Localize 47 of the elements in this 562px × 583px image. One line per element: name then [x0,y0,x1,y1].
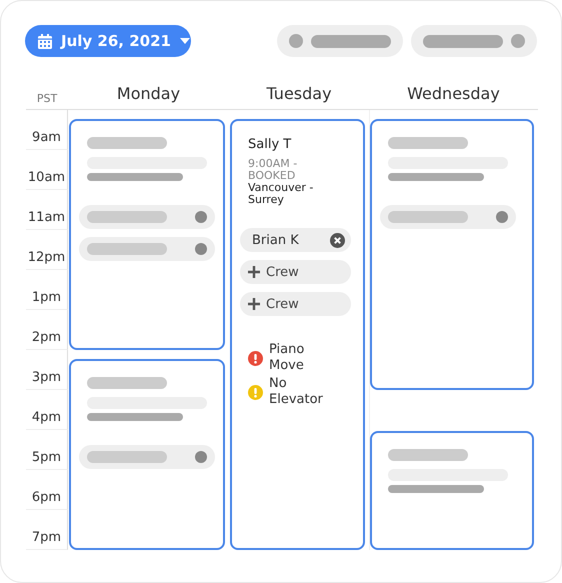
placeholder-chip[interactable] [380,205,516,229]
route-text: Vancouver - Surrey [248,182,314,206]
placeholder-dot [496,211,508,223]
day-heading: Monday [116,84,180,103]
event-card[interactable] [370,431,534,550]
event-card[interactable] [69,359,225,550]
hour-label: 4pm [32,410,62,425]
plus-icon [248,266,260,278]
placeholder-dot [195,451,207,463]
hour-label: 3pm [32,370,62,385]
hour-label: 6pm [32,490,62,505]
remove-icon[interactable] [330,232,345,248]
placeholder-chip[interactable] [79,445,215,469]
hour-label: 2pm [32,330,62,345]
event-card[interactable] [370,119,534,390]
placeholder-dot [511,34,525,48]
hour-label: 7pm [32,530,62,545]
event-card[interactable] [69,119,225,350]
placeholder-dot [195,211,207,223]
day-heading: Tuesday [266,84,332,103]
hour-label: 1pm [32,290,62,305]
plus-icon [248,298,260,310]
booking-status: 9:00AM - BOOKED [248,158,298,182]
placeholder-chip[interactable] [79,205,215,229]
alert-text: No Elevator [269,376,324,408]
calendar-icon [38,34,52,48]
hour-label: 5pm [32,450,62,465]
crew-chip[interactable]: Brian K [240,228,351,252]
crew-name: Brian K [252,232,299,248]
placeholder-dot [195,243,207,255]
caret-icon [180,38,190,44]
date-picker-button[interactable]: July 26, 2021 [25,25,191,57]
customer-name: Sally T [248,137,292,152]
event-card[interactable]: Sally T 9:00AM - BOOKED Vancouver - Surrey Brian K Crew Crew Piano Move No Elevator [230,119,365,550]
timezone-label: PST [36,92,58,105]
alert-text: Piano Move [269,342,306,374]
hour-label: 12pm [28,250,66,265]
hour-label: 11am [28,210,66,225]
add-crew-button[interactable]: Crew [240,260,351,284]
add-crew-button[interactable]: Crew [240,292,351,316]
day-heading: Wednesday [407,84,500,103]
placeholder-filter[interactable] [277,25,403,57]
placeholder-filter[interactable] [411,25,537,57]
hour-label: 10am [28,170,66,185]
hour-label: 9am [32,130,61,145]
placeholder-dot [289,34,303,48]
placeholder-chip[interactable] [79,237,215,261]
